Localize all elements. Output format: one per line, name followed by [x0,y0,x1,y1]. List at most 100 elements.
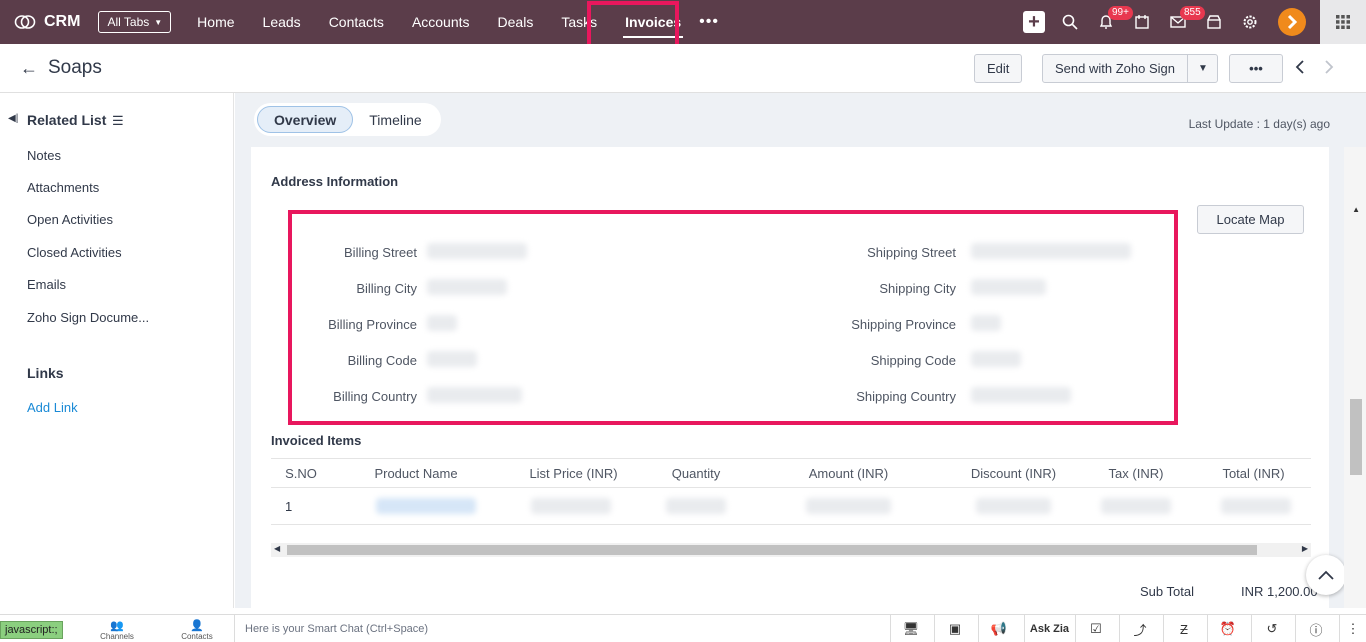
avatar-arrow-icon [1287,14,1298,30]
related-item-attachments[interactable]: Attachments [27,180,99,195]
top-nav: CRM All Tabs ▼ Home Leads Contacts Accou… [0,0,1366,44]
screen-share-icon[interactable]: 🖥 [890,615,931,642]
caret-down-icon: ▼ [154,17,163,27]
billing-street-value [427,243,527,259]
row-discount [951,487,1076,525]
last-update: Last Update : 1 day(s) ago [1188,117,1330,131]
row-quantity [646,487,746,525]
details-card: Address Information Locate Map Billing S… [251,147,1346,608]
vertical-scroll-thumb[interactable] [1350,399,1362,475]
row-sno: 1 [271,487,331,525]
calendar-button[interactable] [1124,0,1160,44]
signal-icon[interactable]: ⤴ [1119,615,1160,642]
send-zoho-sign-label: Send with Zoho Sign [1055,61,1175,76]
channels-button[interactable]: 👥 Channels [97,619,137,641]
related-item-closed-activities[interactable]: Closed Activities [27,245,122,260]
search-icon [1062,14,1078,30]
ask-zia-button[interactable]: Ask Zia [1024,615,1074,642]
row-tax [1076,487,1196,525]
tab-timeline[interactable]: Timeline [353,106,437,133]
alarm-clock-icon[interactable]: ⏰ [1207,615,1248,642]
chevron-up-icon [1318,570,1334,580]
plus-icon: + [1023,11,1045,33]
zia-icon[interactable]: Ƶ [1163,615,1204,642]
back-arrow-icon[interactable]: ← [20,58,38,79]
nav-tab-tasks[interactable]: Tasks [547,0,611,44]
links-title: Links [27,365,64,381]
horizontal-scrollbar[interactable]: ◀ ▶ [271,543,1311,557]
billing-province-value [427,315,457,331]
previous-record-icon[interactable] [1295,60,1305,77]
nav-right: + 99+ 855 [1016,0,1366,44]
all-tabs-button[interactable]: All Tabs ▼ [98,11,172,33]
scroll-right-icon[interactable]: ▶ [1302,544,1308,553]
announcement-icon[interactable]: 📢 [978,615,1019,642]
nav-tab-accounts[interactable]: Accounts [398,0,484,44]
nav-more-button[interactable]: ••• [699,13,719,31]
status-url: javascript:; [0,621,63,639]
nav-tab-invoices[interactable]: Invoices [611,0,695,44]
notifications-button[interactable]: 99+ [1088,0,1133,44]
media-icon[interactable]: ▣ [934,615,975,642]
collapse-sidebar-icon[interactable]: ◀| [8,113,18,124]
vertical-scrollbar[interactable]: ▲ [1344,147,1366,608]
billing-code-value [427,351,477,367]
related-item-zoho-sign[interactable]: Zoho Sign Docume... [27,310,149,325]
mail-button[interactable]: 855 [1160,0,1205,44]
scroll-left-icon[interactable]: ◀ [274,544,280,553]
marketplace-button[interactable] [1196,0,1232,44]
col-tax: Tax (INR) [1076,458,1196,488]
settings-button[interactable] [1232,0,1268,44]
billing-city-value [427,279,507,295]
billing-city-label: Billing City [356,281,417,296]
smart-chat-input[interactable]: Here is your Smart Chat (Ctrl+Space) [234,615,890,642]
channels-icon: 👥 [110,620,124,632]
shipping-street-value [971,243,1131,259]
col-amount: Amount (INR) [746,458,951,488]
shipping-street-label: Shipping Street [867,245,956,260]
col-sno: S.NO [271,458,331,488]
add-link[interactable]: Add Link [27,400,78,415]
checklist-icon[interactable]: ☑ [1075,615,1116,642]
scroll-up-icon[interactable]: ▲ [1352,205,1360,214]
related-item-open-activities[interactable]: Open Activities [27,212,113,227]
nav-tab-deals[interactable]: Deals [484,0,548,44]
overflow-icon[interactable]: ⋮ [1339,615,1366,642]
edit-button[interactable]: Edit [974,54,1023,83]
invoiced-items-table: S.NO Product Name List Price (INR) Quant… [271,458,1311,525]
contacts-label: Contacts [181,632,213,641]
accessibility-icon[interactable]: ⓘ [1295,615,1336,642]
user-avatar[interactable] [1278,8,1306,36]
more-actions-button[interactable]: ••• [1229,54,1283,83]
send-zoho-sign-button[interactable]: Send with Zoho Sign ▼ [1042,54,1218,83]
contacts-button[interactable]: 👤 Contacts [177,619,217,641]
subtotal-label: Sub Total [1140,584,1194,599]
nav-tab-home[interactable]: Home [183,0,248,44]
row-list-price [501,487,646,525]
caret-down-icon[interactable]: ▼ [1186,55,1217,82]
related-item-notes[interactable]: Notes [27,148,61,163]
history-icon[interactable]: ↺ [1251,615,1292,642]
nav-tabs: Home Leads Contacts Accounts Deals Tasks… [183,0,719,44]
related-item-emails[interactable]: Emails [27,277,66,292]
tab-overview[interactable]: Overview [257,106,354,133]
scroll-to-top-button[interactable] [1306,555,1346,595]
nav-tab-leads[interactable]: Leads [249,0,315,44]
subtotal-value: INR 1,200.00 [1241,584,1318,599]
bottom-bar: javascript:; 👥 Channels 👤 Contacts Here is… [0,614,1366,642]
create-button[interactable]: + [1016,0,1052,44]
shipping-province-value [971,315,1001,331]
crm-logo[interactable]: CRM [14,13,80,31]
horizontal-scroll-thumb[interactable] [287,545,1257,555]
invoiced-items-title: Invoiced Items [271,433,362,448]
search-button[interactable] [1052,0,1088,44]
nav-tab-contacts[interactable]: Contacts [315,0,398,44]
locate-map-button[interactable]: Locate Map [1197,205,1304,234]
shipping-city-label: Shipping City [879,281,956,296]
next-record-icon[interactable] [1324,60,1334,77]
sort-list-icon[interactable]: ☰ [112,113,124,129]
address-section-title: Address Information [271,174,399,189]
apps-grid-button[interactable] [1320,0,1366,44]
row-product-name[interactable] [331,487,501,525]
more-actions-label: ••• [1249,61,1263,76]
